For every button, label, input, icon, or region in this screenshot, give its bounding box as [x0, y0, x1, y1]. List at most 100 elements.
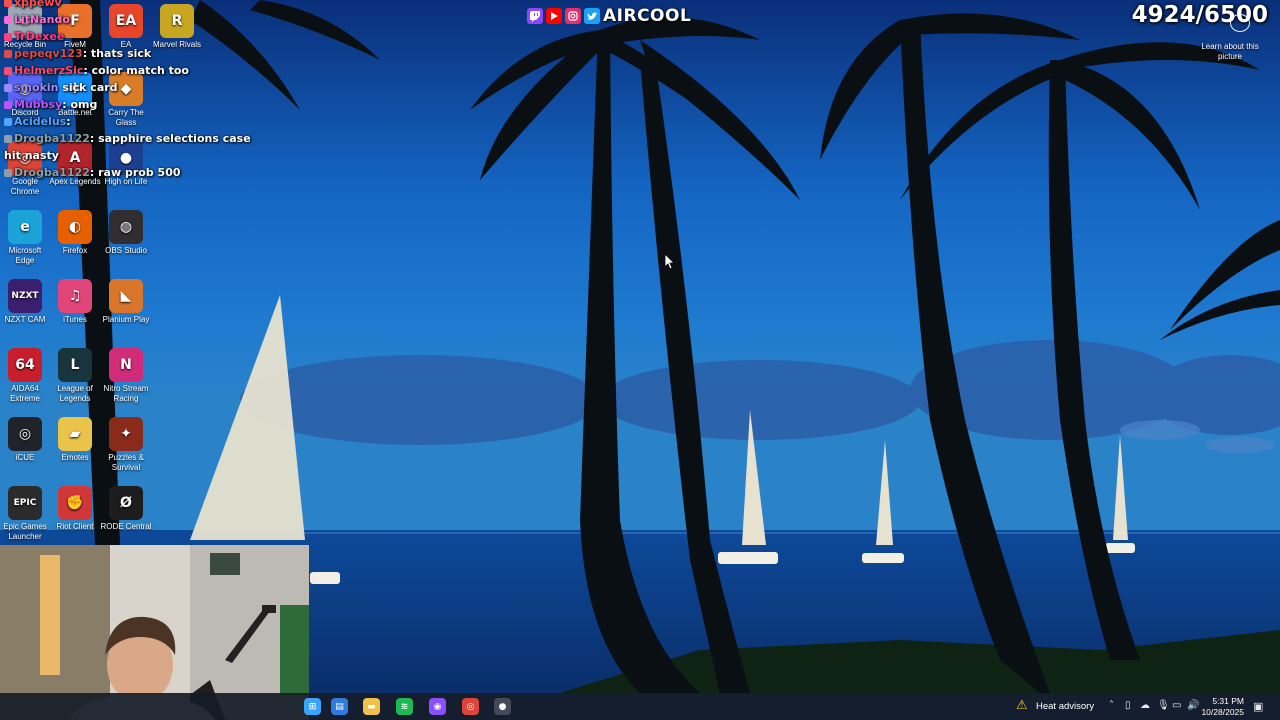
desktop-icon-epic-games[interactable]: EPIC Epic Games Launcher — [0, 486, 51, 542]
chat-username: Mubbsy — [14, 98, 63, 111]
clock-time: 5:31 PM — [1212, 696, 1244, 706]
desktop-icon-edge[interactable]: e Microsoft Edge — [0, 210, 51, 266]
desktop-icon-nzxt-cam[interactable]: NZXT NZXT CAM — [0, 279, 51, 325]
chat-text: sick card — [58, 81, 118, 94]
chat-username: Acidelus — [14, 115, 67, 128]
chat-badge-icon — [4, 135, 12, 143]
camera-icon[interactable] — [1230, 14, 1250, 32]
rode-central-icon: Ø — [109, 486, 143, 520]
windows-start-icon[interactable]: ⊞ — [304, 698, 321, 715]
desktop-icon-aida64[interactable]: 64 AIDA64 Extreme — [0, 348, 51, 404]
chat-badge-icon — [4, 16, 12, 24]
icue-icon: ◎ — [8, 417, 42, 451]
network-icon[interactable]: ▭ — [1172, 700, 1181, 711]
learn-about-picture-link[interactable]: Learn about this picture — [1200, 42, 1260, 62]
chat-username: Drogba1122 — [14, 166, 90, 179]
spotify-icon[interactable]: ≋ — [396, 698, 413, 715]
desktop-icon-label: Riot Client — [56, 522, 94, 531]
desktop-icon-label: AIDA64 Extreme — [10, 384, 40, 403]
desktop-icon-itunes[interactable]: ♫ iTunes — [49, 279, 101, 325]
obs-taskbar-icon[interactable]: ◉ — [429, 698, 446, 715]
chat-message: hit nasty — [4, 149, 59, 162]
chat-username: Drogba1122 — [14, 132, 90, 145]
desktop-icon-firefox[interactable]: ◐ Firefox — [49, 210, 101, 256]
chat-text: : sapphire selections case — [89, 132, 251, 145]
desktop-icon-label: Microsoft Edge — [8, 246, 42, 265]
desktop-icon-label: iCUE — [15, 453, 35, 462]
desktop-icon-discord[interactable]: ◉ Discord — [0, 72, 51, 118]
epic-games-icon: EPIC — [8, 486, 42, 520]
microsoft-store-icon[interactable]: ▤ — [331, 698, 348, 715]
youtube-icon — [546, 8, 562, 24]
notification-icon[interactable]: ▣ — [1253, 700, 1263, 713]
desktop-icon-label: Google Chrome — [10, 177, 40, 196]
chat-badge-icon — [4, 169, 12, 177]
planium-play-icon: ◣ — [109, 279, 143, 313]
folder-icon: ▰ — [58, 417, 92, 451]
cloud-icon[interactable]: ☁ — [1140, 700, 1150, 711]
desktop-icon-label: Nitro Stream Racing — [103, 384, 149, 403]
chat-message: Drogba1122: raw prob 500 — [4, 166, 181, 179]
chat-username: HelmerzSic — [14, 64, 84, 77]
desktop-icon-nitro-stream-racing[interactable]: N Nitro Stream Racing — [100, 348, 152, 404]
tray-app-icon[interactable]: ▯ — [1125, 700, 1131, 711]
desktop-icon-label: OBS Studio — [105, 246, 147, 255]
desktop-icon-riot-client[interactable]: ✊ Riot Client — [49, 486, 101, 532]
chat-message: Mubbsy: omg — [4, 98, 97, 111]
chat-message: HelmerzSic: color match too — [4, 64, 189, 77]
chat-username: pepeqv123 — [14, 47, 83, 60]
nzxt-cam-icon: NZXT — [8, 279, 42, 313]
chevron-up-icon[interactable]: ˄ — [1109, 700, 1114, 711]
chat-text: : thats sick — [82, 47, 152, 60]
chat-badge-icon — [4, 33, 12, 41]
chat-message: TrDexee — [4, 30, 64, 43]
edge-icon: e — [8, 210, 42, 244]
chat-text: hit nasty — [4, 149, 59, 162]
aida64-icon: 64 — [8, 348, 42, 382]
desktop-icon-high-on-life[interactable]: ● High on Life — [100, 141, 152, 187]
desktop-icon-label: Firefox — [62, 246, 88, 255]
firefox-icon: ◐ — [58, 210, 92, 244]
chat-message: Drogba1122: sapphire selections case — [4, 132, 251, 145]
recorder-icon[interactable]: ● — [494, 698, 511, 715]
league-of-legends-icon: L — [58, 348, 92, 382]
desktop-icon-label: League of Legends — [57, 384, 93, 403]
desktop-icon-apex-legends[interactable]: A Apex Legends — [49, 141, 101, 187]
marvel-rivals-icon: R — [160, 4, 194, 38]
desktop-icon-obs-studio[interactable]: ◍ OBS Studio — [100, 210, 152, 256]
desktop-icon-marvel-rivals[interactable]: R Marvel Rivals — [151, 4, 203, 50]
desktop-icon-label: Puzzles & Survival — [108, 453, 144, 472]
desktop-icon-recycle-bin[interactable]: ♻ Recycle Bin — [0, 4, 51, 50]
chat-message: smokin sick card — [4, 81, 118, 94]
desktop-icon-label: Carry The Glass — [108, 108, 144, 127]
chat-badge-icon — [4, 67, 12, 75]
chat-message: LitNando — [4, 13, 70, 26]
volume-icon[interactable]: 🔊 — [1187, 700, 1199, 711]
instagram-icon — [565, 8, 581, 24]
taskbar: ⊞ ▤ ▬ ≋ ◉ ◎ ● ⚠ Heat advisory ˄ ▯ ☁ 🎙 ▭ 🔊 5:31… — [0, 693, 1280, 720]
desktop-icon-label: Epic Games Launcher — [3, 522, 47, 541]
desktop-icon-battlenet[interactable]: ✱ Battle.net — [49, 72, 101, 118]
obs-studio-icon: ◍ — [109, 210, 143, 244]
file-explorer-icon[interactable]: ▬ — [363, 698, 380, 715]
desktop-icon-planium-play[interactable]: ◣ Planium Play — [100, 279, 152, 325]
desktop-icon-icue[interactable]: ◎ iCUE — [0, 417, 51, 463]
microphone-icon[interactable]: 🎙 — [1157, 700, 1170, 711]
chat-text: : color match too — [83, 64, 189, 77]
desktop-icon-label: NZXT CAM — [4, 315, 46, 324]
nitro-stream-racing-icon: N — [109, 348, 143, 382]
desktop-icon-puzzles-survival[interactable]: ✦ Puzzles & Survival — [100, 417, 152, 473]
chrome-taskbar-icon[interactable]: ◎ — [462, 698, 479, 715]
warning-icon[interactable]: ⚠ — [1016, 698, 1028, 713]
chat-badge-icon — [4, 0, 12, 7]
desktop-icon-label: Marvel Rivals — [152, 40, 201, 49]
desktop-icon-rode-central[interactable]: Ø RODE Central — [100, 486, 152, 532]
desktop-icon-folder[interactable]: ▰ Emotes — [49, 417, 101, 463]
desktop-icon-league-of-legends[interactable]: L League of Legends — [49, 348, 101, 404]
desktop-icon-ea[interactable]: EA EA — [100, 4, 152, 50]
chat-text: : omg — [62, 98, 98, 111]
system-clock[interactable]: 5:31 PM 10/28/2025 — [1201, 696, 1244, 718]
desktop-icon-fivem[interactable]: F FiveM — [49, 4, 101, 50]
weather-status[interactable]: Heat advisory — [1036, 701, 1094, 712]
desktop-icon-label: Planium Play — [102, 315, 150, 324]
